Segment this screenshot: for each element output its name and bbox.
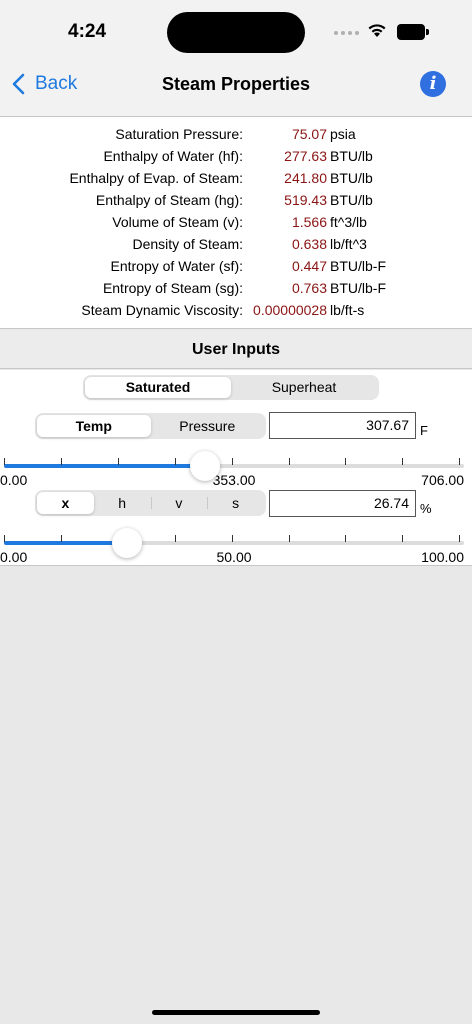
result-unit: BTU/lb-F (330, 258, 386, 274)
result-value: 241.80 (284, 170, 327, 186)
state-segmented-control[interactable]: Saturated Superheat (83, 375, 379, 400)
result-label: Steam Dynamic Viscosity: (81, 302, 243, 318)
quality-slider-min-label: 0.00 (0, 549, 28, 565)
quality-slider-max-label: 100.00 (421, 549, 464, 565)
basis-slider-tick (231, 458, 233, 465)
basis-slider-tick (4, 458, 5, 465)
quality-segment-option[interactable]: s (207, 492, 264, 514)
result-unit: ft^3/lb (330, 214, 367, 230)
status-bar: 4:24 (0, 0, 472, 62)
home-indicator (152, 1010, 320, 1015)
dynamic-island (167, 12, 305, 53)
result-label: Enthalpy of Water (hf): (103, 148, 243, 164)
result-label: Entropy of Water (sf): (110, 258, 243, 274)
quality-slider-tick (459, 535, 461, 542)
signal-dots-icon (334, 31, 359, 35)
basis-slider-tick (117, 458, 119, 465)
result-label: Volume of Steam (v): (112, 214, 243, 230)
quality-segmented-control[interactable]: xhvs (35, 490, 266, 516)
page-title: Steam Properties (161, 74, 311, 94)
result-row: Steam Dynamic Viscosity: 0.00000028 lb/ft-… (0, 299, 472, 321)
basis-slider-min-label: 0.00 (0, 472, 28, 488)
quality-slider-tick (345, 535, 347, 542)
quality-slider-fill (4, 541, 127, 545)
user-inputs-panel: Saturated Superheat Temp Pressure 307.67 F… (0, 370, 472, 566)
basis-slider-tick (174, 458, 176, 465)
quality-segment-option[interactable]: v (150, 492, 208, 514)
result-unit: BTU/lb (330, 148, 373, 164)
result-row: Saturation Pressure: 75.07 psia (0, 123, 472, 145)
basis-slider-mid-label: 353.00 (212, 472, 256, 488)
basis-value-field[interactable]: 307.67 (269, 412, 416, 439)
quality-value-field[interactable]: 26.74 (269, 490, 416, 517)
result-unit: psia (330, 126, 356, 142)
basis-segmented-control[interactable]: Temp Pressure (35, 413, 266, 439)
result-row: Enthalpy of Water (hf): 277.63 BTU/lb (0, 145, 472, 167)
result-unit: BTU/lb-F (330, 280, 386, 296)
quality-slider-thumb[interactable] (112, 528, 142, 558)
result-label: Entropy of Steam (sg): (102, 280, 243, 296)
basis-slider-tick (60, 458, 62, 465)
nav-bar: Back Steam Properties i (0, 62, 472, 117)
quality-slider-tick (402, 535, 404, 542)
quality-slider-tick (288, 535, 290, 542)
result-unit: lb/ft-s (330, 302, 365, 318)
result-unit: lb/ft^3 (330, 236, 367, 252)
result-value: 0.638 (291, 236, 327, 252)
basis-segment-option[interactable]: Pressure (151, 415, 265, 437)
basis-slider-max-label: 706.00 (421, 472, 464, 488)
result-label: Enthalpy of Steam (hg): (95, 192, 243, 208)
basis-slider-tick (345, 458, 347, 465)
quality-segment-option[interactable]: x (37, 492, 94, 514)
state-segment-option[interactable]: Superheat (231, 377, 377, 398)
result-unit: BTU/lb (330, 170, 373, 186)
result-value: 1.566 (291, 214, 327, 230)
result-row: Entropy of Steam (sg): 0.763 BTU/lb-F (0, 277, 472, 299)
quality-unit: % (420, 501, 432, 516)
status-time: 4:24 (68, 21, 107, 42)
info-icon[interactable]: i (420, 71, 446, 97)
result-value: 0.00000028 (253, 302, 327, 318)
basis-slider-tick (288, 458, 290, 465)
result-unit: BTU/lb (330, 192, 373, 208)
quality-slider-tick (231, 535, 233, 542)
basis-slider-thumb[interactable] (189, 451, 220, 481)
result-row: Entropy of Water (sf): 0.447 BTU/lb-F (0, 255, 472, 277)
battery-icon (397, 24, 429, 40)
result-row: Enthalpy of Evap. of Steam: 241.80 BTU/lb (0, 167, 472, 189)
quality-slider-mid-label: 50.00 (216, 549, 252, 565)
quality-slider-tick (4, 535, 5, 542)
basis-slider-tick (459, 458, 461, 465)
basis-slider-tick (402, 458, 404, 465)
result-label: Density of Steam: (132, 236, 244, 252)
quality-slider-tick (60, 535, 62, 542)
result-label: Saturation Pressure: (115, 126, 243, 142)
quality-slider-tick (174, 535, 176, 542)
result-value: 277.63 (284, 148, 327, 164)
basis-unit: F (420, 423, 428, 438)
results-panel: Saturation Pressure: 75.07 psia Enthalpy of… (0, 117, 472, 329)
result-row: Volume of Steam (v): 1.566 ft^3/lb (0, 211, 472, 233)
result-value: 0.447 (291, 258, 327, 274)
result-value: 75.07 (291, 126, 327, 142)
result-value: 0.763 (291, 280, 327, 296)
result-label: Enthalpy of Evap. of Steam: (69, 170, 243, 186)
result-row: Density of Steam: 0.638 lb/ft^3 (0, 233, 472, 255)
wifi-icon (368, 24, 386, 37)
result-row: Enthalpy of Steam (hg): 519.43 BTU/lb (0, 189, 472, 211)
basis-segment-option[interactable]: Temp (37, 415, 151, 437)
result-value: 519.43 (284, 192, 327, 208)
state-segment-option[interactable]: Saturated (85, 377, 231, 398)
quality-segment-option[interactable]: h (94, 492, 151, 514)
user-inputs-header: User Inputs (0, 330, 472, 369)
